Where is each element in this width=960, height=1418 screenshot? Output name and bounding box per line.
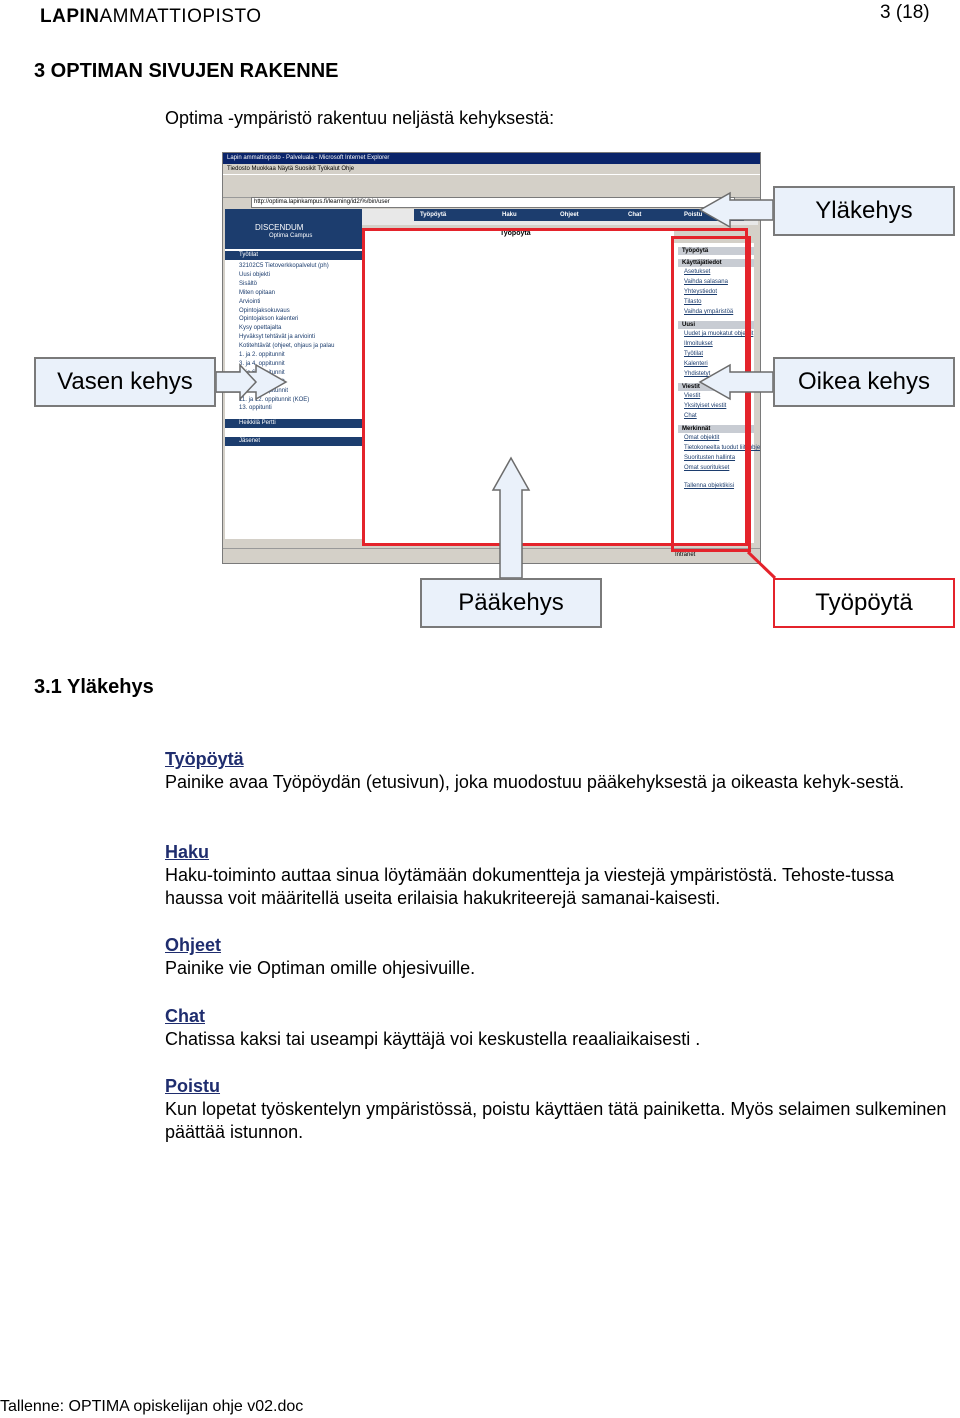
- section-title: 3.1 Yläkehys: [34, 676, 154, 698]
- desk-connector: [746, 550, 777, 580]
- section-chat-title: Chat: [165, 1006, 205, 1026]
- section-exit-title: Poistu: [165, 1076, 221, 1096]
- section-exit: Poistu Kun lopetat työskentelyn ympärist…: [165, 1075, 955, 1144]
- section-chat: Chat Chatissa kaksi tai useampi käyttäjä…: [165, 1005, 955, 1051]
- arrow-left-2: [215, 363, 258, 401]
- arrows-overlay: [215, 191, 777, 580]
- callout-right-frame: Oikea kehys: [773, 357, 955, 407]
- callout-main-frame: Pääkehys: [420, 578, 602, 628]
- section-help-text: Painike vie Optiman omille ohjesivuille.: [165, 958, 476, 978]
- arrow-right: [698, 363, 774, 401]
- arrow-top: [698, 191, 774, 229]
- callout-left-frame: Vasen kehys: [34, 357, 216, 407]
- section-desk: Työpöytä Painike avaa Työpöydän (etusivu…: [165, 748, 955, 794]
- section-exit-text: Kun lopetat työskentelyn ympäristössä, p…: [165, 1099, 947, 1142]
- section-search-text: Haku-toiminto auttaa sinua löytämään dok…: [165, 865, 895, 908]
- section-desk-text: Painike avaa Työpöydän (etusivun), joka …: [165, 772, 905, 792]
- callout-desk: Työpöytä: [773, 578, 955, 628]
- section-chat-text: Chatissa kaksi tai useampi käyttäjä voi …: [165, 1029, 701, 1049]
- arrow-main: [491, 456, 531, 579]
- section-help-title: Ohjeet: [165, 935, 222, 955]
- section-help: Ohjeet Painike vie Optiman omille ohjesi…: [165, 934, 955, 980]
- footer-filename: Tallenne: OPTIMA opiskelijan ohje v02.do…: [0, 1398, 304, 1415]
- section-desk-title: Työpöytä: [165, 749, 244, 769]
- section-search: Haku Haku-toiminto auttaa sinua löytämää…: [165, 841, 955, 910]
- section-search-title: Haku: [165, 842, 210, 862]
- callout-top-frame: Yläkehys: [773, 186, 955, 236]
